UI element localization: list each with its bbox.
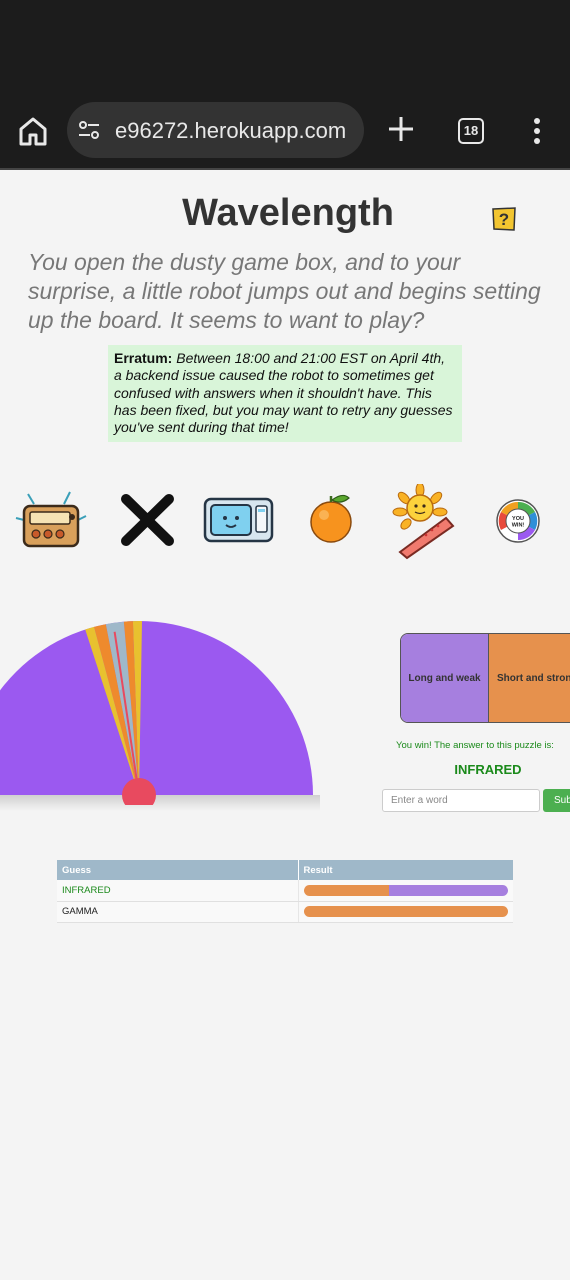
you-win-text-2: WIN! <box>512 523 525 529</box>
result-bar <box>303 906 508 917</box>
submit-button[interactable]: Submit <box>543 789 570 812</box>
guess-result <box>297 901 513 923</box>
word-input[interactable] <box>382 789 540 812</box>
result-column-header: Result <box>297 860 513 880</box>
wavelength-dial[interactable] <box>0 615 330 805</box>
erratum-notice: Erratum: Between 18:00 and 21:00 EST on … <box>108 345 462 442</box>
intro-text: You open the dusty game box, and to your… <box>28 249 541 333</box>
table-row[interactable]: GAMMA <box>57 901 513 923</box>
spectrum-left-label: Long and weak <box>408 672 481 684</box>
spectrum-left: Long and weak <box>401 634 489 722</box>
guess-word: GAMMA <box>57 901 298 923</box>
clue-icon-strip: YOU WIN! <box>0 480 570 560</box>
guess-column-header: Guess <box>57 860 298 880</box>
address-bar[interactable]: e96272.herokuapp.com <box>67 102 364 158</box>
guess-result <box>297 880 513 902</box>
url-text[interactable]: e96272.herokuapp.com <box>115 118 346 144</box>
more-menu-icon[interactable] <box>526 116 548 146</box>
microwave-icon <box>203 497 274 543</box>
spectrum-right: Short and strong <box>489 634 570 722</box>
sunburn-icon <box>392 484 455 560</box>
spectrum-right-label: Short and strong <box>497 672 570 684</box>
table-row[interactable]: INFRARED <box>57 880 513 902</box>
result-bar-orange-segment <box>303 906 508 917</box>
dial-base <box>0 621 313 795</box>
guess-word: INFRARED <box>57 880 298 902</box>
site-settings-icon[interactable] <box>77 118 101 142</box>
erratum-label: Erratum: <box>114 350 173 366</box>
new-tab-icon[interactable] <box>386 114 416 144</box>
answer-word: INFRARED <box>454 762 522 777</box>
browser-toolbar: e96272.herokuapp.com 18 <box>0 90 570 170</box>
svg-text:?: ? <box>499 210 509 229</box>
you-win-text-1: YOU <box>512 516 524 522</box>
x-icon <box>121 494 174 546</box>
win-message: You win! The answer to this puzzle is: <box>396 740 554 751</box>
tab-switcher-button[interactable]: 18 <box>458 118 484 144</box>
table-header-row: Guess Result <box>57 860 513 880</box>
radio-icon <box>15 491 87 548</box>
spectrum-card: Long and weak Short and strong <box>400 633 570 723</box>
you-win-wheel-icon: YOU WIN! <box>496 499 540 543</box>
status-bar <box>0 0 570 90</box>
orange-icon <box>310 494 352 543</box>
guess-table: Guess Result INFRARED GAMMA <box>57 860 513 923</box>
result-bar <box>303 884 509 896</box>
result-bar-purple-segment <box>389 884 508 896</box>
help-question-icon[interactable]: ? <box>490 205 518 233</box>
home-icon[interactable] <box>16 114 50 148</box>
page-title: Wavelength <box>182 192 394 234</box>
result-bar-orange-segment <box>303 884 390 896</box>
